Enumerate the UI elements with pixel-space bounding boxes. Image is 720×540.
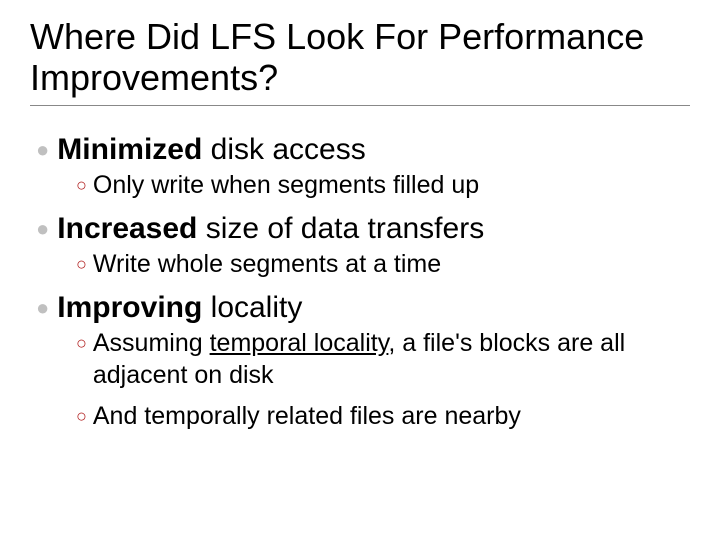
circle-icon: ○	[76, 328, 87, 358]
subbullet: ○ Assuming temporal locality, a file's b…	[76, 328, 690, 391]
slide: Where Did LFS Look For Performance Impro…	[0, 0, 720, 540]
bullet-improving: ● Improving locality	[36, 290, 690, 326]
bullet-text: Improving locality	[57, 290, 302, 326]
slide-title: Where Did LFS Look For Performance Impro…	[30, 16, 690, 99]
subbullet-text: Write whole segments at a time	[93, 249, 690, 280]
bullet-minimized: ● Minimized disk access	[36, 132, 690, 168]
circle-icon: ○	[76, 249, 87, 279]
bullet-text: Increased size of data transfers	[57, 211, 484, 247]
subbullet: ○ And temporally related files are nearb…	[76, 401, 690, 432]
disc-icon: ●	[36, 132, 49, 168]
bullet-increased: ● Increased size of data transfers	[36, 211, 690, 247]
subbullet-text: And temporally related files are nearby	[93, 401, 690, 432]
bullet-text: Minimized disk access	[57, 132, 365, 168]
title-underline	[30, 105, 690, 106]
subbullet-text: Only write when segments filled up	[93, 170, 690, 201]
disc-icon: ●	[36, 211, 49, 247]
circle-icon: ○	[76, 401, 87, 431]
subbullet-text: Assuming temporal locality, a file's blo…	[93, 328, 690, 391]
subbullet: ○ Write whole segments at a time	[76, 249, 690, 280]
disc-icon: ●	[36, 290, 49, 326]
subbullet: ○ Only write when segments filled up	[76, 170, 690, 201]
circle-icon: ○	[76, 170, 87, 200]
